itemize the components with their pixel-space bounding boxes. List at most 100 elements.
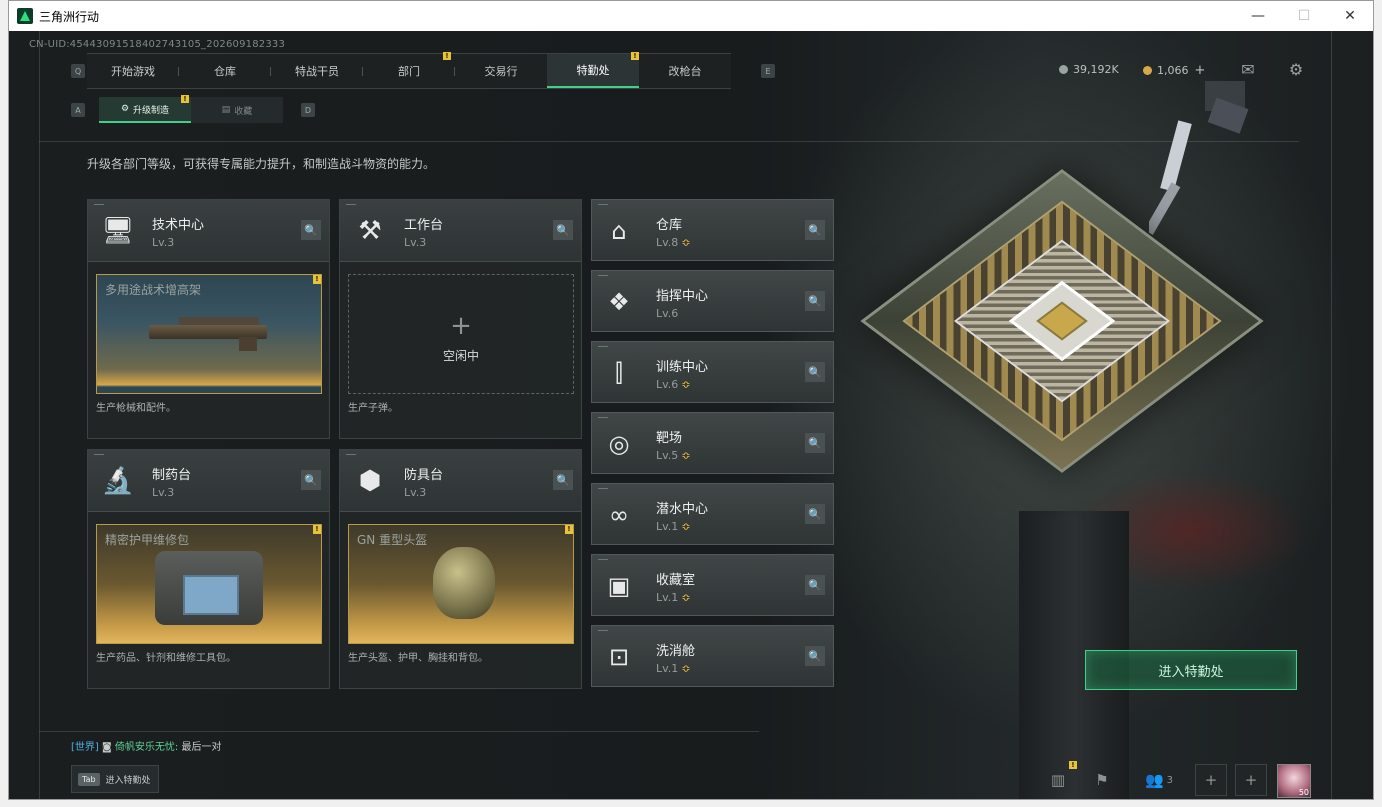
department-level: Lv.6 ≎: [656, 378, 691, 391]
currency-premium[interactable]: 1,066 +: [1143, 63, 1205, 78]
tab-special-ops[interactable]: 特勤处!: [547, 52, 639, 88]
tab-gunsmith[interactable]: 改枪台: [639, 54, 731, 88]
tab-label: 开始游戏: [111, 65, 155, 78]
tab-label: 特战干员: [295, 65, 339, 78]
search-icon[interactable]: 🔍: [805, 646, 825, 666]
search-icon[interactable]: 🔍: [553, 220, 573, 240]
department-name: 收藏室: [656, 573, 696, 588]
department-name: 制药台: [152, 468, 192, 483]
currency-premium-value: 1,066: [1157, 64, 1189, 77]
notification-badge: !: [313, 275, 321, 284]
side-card-shooting-range[interactable]: ◎ 靶场 Lv.5 ≎ 🔍: [591, 412, 834, 474]
nav-left-key: Q: [71, 64, 85, 78]
coin-icon: [1059, 65, 1068, 74]
frame-line: [1331, 31, 1332, 799]
sub-nav: ⚙ 升级制造 ! ▤ 收藏: [99, 95, 283, 123]
search-icon[interactable]: 🔍: [553, 470, 573, 490]
production-slot-idle[interactable]: + 空闲中: [348, 274, 574, 394]
production-slot[interactable]: 精密护甲维修包 !: [96, 524, 322, 644]
idle-status: 空闲中: [442, 349, 479, 363]
subtab-upgrade-craft[interactable]: ⚙ 升级制造 !: [99, 95, 191, 123]
repair-kit-item-image: [155, 551, 263, 625]
title-bar[interactable]: 三角洲行动 — ☐ ✕: [9, 1, 1373, 31]
department-card-armor[interactable]: ⬢ 防具台 Lv.3 🔍 GN 重型头盔 ! 生产头盔、护甲、胸挂和背包。: [339, 449, 582, 689]
friends-button[interactable]: 👥 3: [1139, 765, 1179, 795]
search-icon[interactable]: 🔍: [805, 504, 825, 524]
mail-icon[interactable]: ✉: [1237, 59, 1259, 79]
upgrade-arrow-icon: ≎: [681, 520, 691, 533]
side-card-command-center[interactable]: ❖ 指挥中心 Lv.6 🔍: [591, 270, 834, 332]
department-name: 技术中心: [152, 218, 205, 233]
notification-badge: !: [181, 95, 189, 103]
notification-badge: !: [565, 525, 573, 534]
app-window: 三角洲行动 — ☐ ✕ CN-UID:4544309151840: [8, 0, 1374, 800]
currency-coins: 39,192K: [1059, 63, 1119, 76]
upgrade-icon: ⚙: [120, 104, 130, 114]
department-name: 仓库: [656, 218, 683, 233]
department-description: 生产药品、针剂和维修工具包。: [96, 653, 236, 664]
upgrade-arrow-icon: ≎: [681, 591, 691, 604]
game-viewport: CN-UID:4544309151840274310​5_20260918233…: [9, 31, 1373, 799]
diving-mask-icon: ∞: [609, 501, 629, 529]
production-slot[interactable]: GN 重型头盔 !: [348, 524, 574, 644]
search-icon[interactable]: 🔍: [301, 470, 321, 490]
close-button[interactable]: ✕: [1327, 1, 1373, 31]
player-uid: CN-UID:4544309151840274310​5_20260918233…: [29, 39, 286, 50]
search-icon[interactable]: 🔍: [805, 220, 825, 240]
department-name: 靶场: [656, 431, 683, 446]
tab-market[interactable]: 交易行: [455, 54, 547, 88]
subtab-label: 升级制造: [133, 105, 170, 116]
side-card-diving-center[interactable]: ∞ 潜水中心 Lv.1 ≎ 🔍: [591, 483, 834, 545]
tab-operators[interactable]: 特战干员: [271, 54, 363, 88]
subnav-left-key: A: [71, 103, 85, 117]
department-name: 指挥中心: [656, 289, 709, 304]
department-level: Lv.8 ≎: [656, 236, 691, 249]
search-icon[interactable]: 🔍: [805, 433, 825, 453]
blocks-icon: ⬢: [358, 465, 382, 496]
notification-badge: !: [631, 52, 639, 60]
production-slot[interactable]: 多用途战术增高架 !: [96, 274, 322, 394]
side-card-collection-room[interactable]: ▣ 收藏室 Lv.1 ≎ 🔍: [591, 554, 834, 616]
tab-label: 改枪台: [668, 65, 702, 78]
department-card-tech-center[interactable]: 🖥 技术中心 Lv.3 🔍 多用途战术增高架 ! 生产枪械和配件。: [87, 199, 330, 439]
avatar[interactable]: 50: [1277, 764, 1311, 798]
gear-icon[interactable]: ⚙: [1285, 59, 1307, 79]
department-level: Lv.1 ≎: [656, 520, 691, 533]
department-card-pharmacy[interactable]: 🔬 制药台 Lv.3 🔍 精密护甲维修包 ! 生产药品、针剂和维修工具包。: [87, 449, 330, 689]
department-card-workbench[interactable]: ⚒ 工作台 Lv.3 🔍 + 空闲中 生产子弹。: [339, 199, 582, 439]
department-level: Lv.5 ≎: [656, 449, 691, 462]
add-currency-icon[interactable]: +: [1195, 63, 1206, 78]
maximize-button[interactable]: ☐: [1281, 1, 1327, 31]
rifle-item-image: [149, 317, 267, 351]
flag-icon[interactable]: ⚑: [1087, 765, 1117, 795]
search-icon[interactable]: 🔍: [301, 220, 321, 240]
tab-start-game[interactable]: 开始游戏: [87, 54, 179, 88]
notification-badge: !: [1069, 761, 1077, 769]
search-icon[interactable]: 🔍: [805, 362, 825, 382]
side-card-decon-chamber[interactable]: ⊡ 洗消舱 Lv.1 ≎ 🔍: [591, 625, 834, 687]
side-card-warehouse[interactable]: ⌂ 仓库 Lv.8 ≎ 🔍: [591, 199, 834, 261]
stats-icon[interactable]: ▥!: [1043, 761, 1077, 795]
enter-special-ops-button[interactable]: 进入特勤处: [1085, 650, 1297, 690]
warehouse-icon: ⌂: [611, 217, 627, 245]
premium-coin-icon: [1143, 66, 1152, 75]
upgrade-arrow-icon: ≎: [681, 236, 691, 249]
notification-badge: !: [313, 525, 321, 534]
minimize-button[interactable]: —: [1235, 1, 1281, 31]
chat-line[interactable]: [世界] ◙ 倚帆安乐无忧: 最后一对: [71, 738, 221, 753]
upgrade-arrow-icon: ≎: [681, 449, 691, 462]
tab-key: Tab: [78, 772, 100, 786]
add-teammate-button[interactable]: +: [1235, 764, 1267, 796]
upgrade-arrow-icon: ≎: [681, 662, 691, 675]
main-nav: 开始游戏 仓库 特战干员 部门! 交易行 特勤处! 改枪台: [87, 52, 731, 89]
subtab-collection[interactable]: ▤ 收藏: [191, 97, 283, 123]
tab-warehouse[interactable]: 仓库: [179, 54, 271, 88]
side-card-training-center[interactable]: ⫿ 训练中心 Lv.6 ≎ 🔍: [591, 341, 834, 403]
add-teammate-button[interactable]: +: [1195, 764, 1227, 796]
search-icon[interactable]: 🔍: [805, 291, 825, 311]
computer-icon: 🖥: [101, 215, 135, 246]
tab-departments[interactable]: 部门!: [363, 52, 455, 88]
tab-shortcut-hint[interactable]: Tab 进入特勤处: [71, 765, 159, 793]
department-name: 训练中心: [656, 360, 709, 375]
search-icon[interactable]: 🔍: [805, 575, 825, 595]
